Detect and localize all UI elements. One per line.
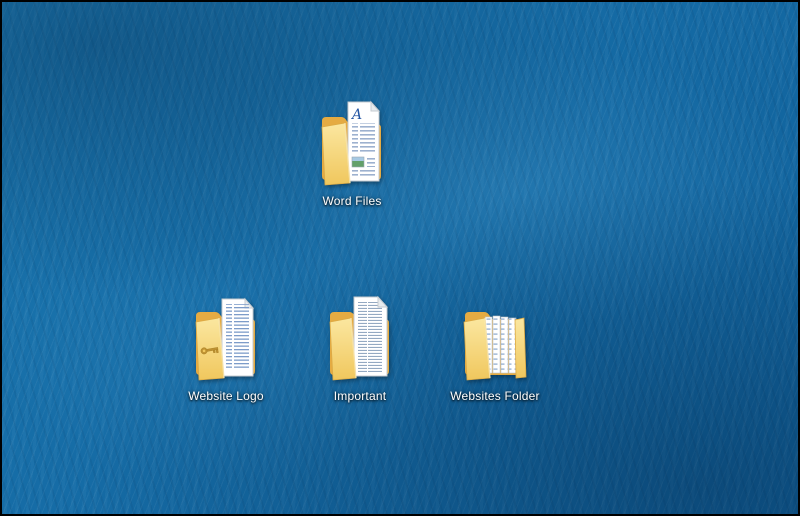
logo-document	[221, 297, 255, 377]
folder-with-word-document-icon: A	[321, 100, 381, 186]
icon-label: Website Logo	[188, 389, 264, 403]
folder-with-text-document-icon	[329, 295, 389, 381]
text-document	[353, 295, 389, 377]
icon-label: Important	[333, 389, 387, 403]
word-document: A	[347, 100, 381, 182]
folder-with-files-icon	[463, 312, 527, 381]
desktop-icon-important[interactable]: Important	[300, 292, 420, 403]
desktop-background[interactable]: A Word Files Website Logo Important Webs…	[0, 0, 800, 516]
desktop-icon-websites-folder[interactable]: Websites Folder	[435, 292, 555, 403]
folder-front-flap-right	[514, 317, 527, 379]
icon-label: Word Files	[322, 194, 382, 208]
folder-with-logo-document-icon	[195, 297, 255, 381]
word-letter: A	[350, 107, 362, 123]
icon-label: Websites Folder	[450, 389, 540, 403]
desktop-icon-word-files[interactable]: A Word Files	[292, 97, 412, 208]
desktop-icon-website-logo[interactable]: Website Logo	[166, 292, 286, 403]
